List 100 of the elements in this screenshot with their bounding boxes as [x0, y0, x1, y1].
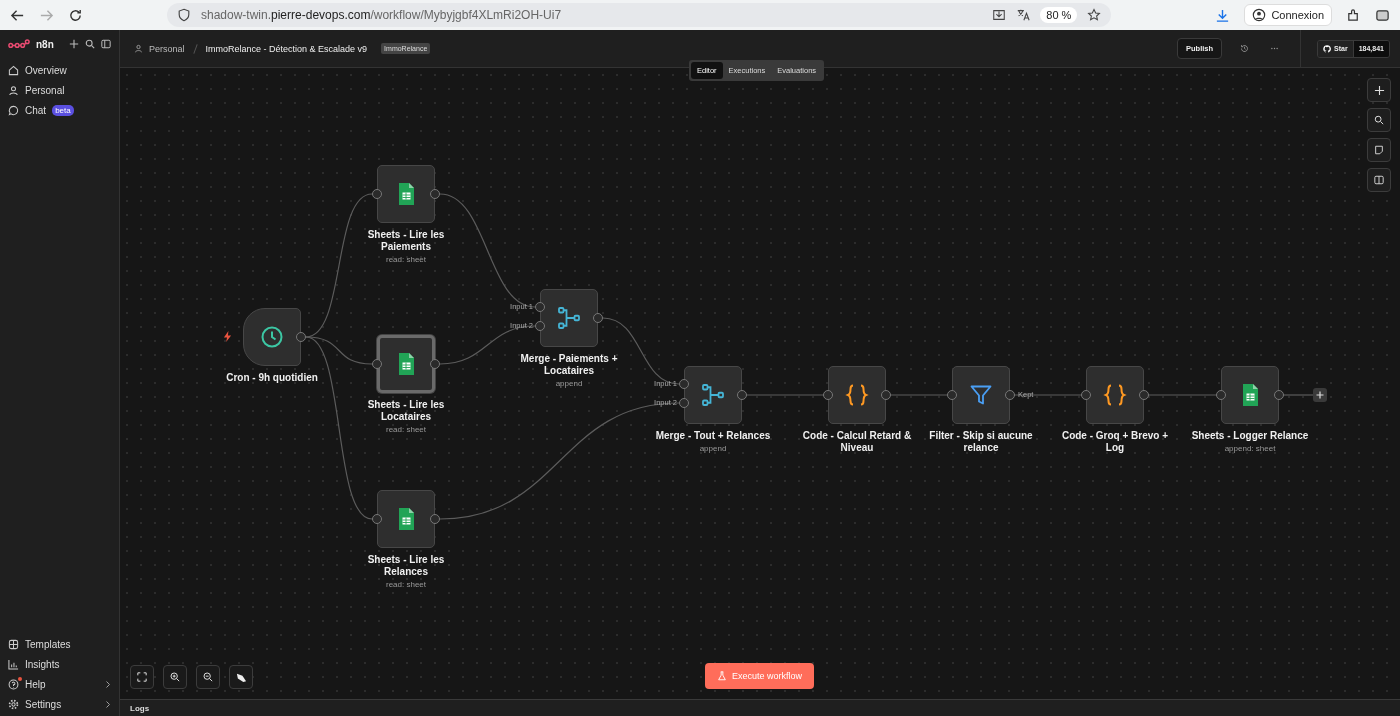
star-icon[interactable]	[1087, 8, 1102, 22]
sidebar-item-label: Chat	[25, 104, 47, 116]
code-braces-icon	[1103, 383, 1127, 407]
input-port[interactable]	[372, 359, 382, 369]
connection-line	[1283, 394, 1314, 396]
output-port[interactable]	[1005, 390, 1015, 400]
sidebar-item[interactable]: Overview	[0, 60, 119, 80]
fit-view-icon	[137, 672, 147, 682]
node-title: Merge - Tout + Relances	[655, 430, 771, 442]
input-port[interactable]	[1216, 390, 1226, 400]
logs-panel-title[interactable]: Logs	[130, 703, 150, 713]
node-subtitle: append	[555, 379, 583, 388]
input-port[interactable]	[1081, 390, 1091, 400]
output-port[interactable]	[430, 359, 440, 369]
filter-icon	[969, 383, 993, 407]
output-port[interactable]	[430, 514, 440, 524]
lightning-icon	[223, 331, 232, 342]
sidebar-item[interactable]: Chat beta	[0, 100, 119, 120]
workflow-node[interactable]	[1221, 366, 1279, 424]
address-bar[interactable]: shadow-twin.pierre-devops.com/workflow/Mybyjgbf4XLmRi2OH-Ui7 80 %	[167, 3, 1112, 27]
reload-icon[interactable]	[68, 7, 83, 23]
node-subtitle: read: sheet	[386, 255, 426, 264]
sidebar-item-label: Templates	[25, 638, 71, 650]
workflow-name[interactable]: ImmoRelance - Détection & Escalade v9	[205, 43, 368, 54]
zoom-level[interactable]: 80 %	[1040, 7, 1078, 23]
merge-icon	[557, 306, 581, 330]
fit-view-button[interactable]	[130, 665, 154, 689]
panel-icon[interactable]	[101, 39, 111, 49]
search-button[interactable]	[1367, 108, 1391, 132]
sidebar-item[interactable]: Settings	[0, 694, 119, 714]
workflow-node[interactable]	[684, 366, 742, 424]
workflow-node[interactable]	[952, 366, 1010, 424]
code-braces-icon	[845, 383, 869, 407]
home-icon	[8, 64, 19, 76]
sidebar-item[interactable]: Insights	[0, 654, 119, 674]
workflow-node[interactable]	[828, 366, 886, 424]
user-icon	[8, 84, 19, 96]
workflow-node[interactable]	[377, 165, 435, 223]
plus-icon	[1373, 84, 1385, 96]
node-subtitle: read: sheet	[386, 425, 426, 434]
profile-button[interactable]: Connexion	[1244, 4, 1332, 26]
search-icon[interactable]	[85, 39, 95, 49]
workflow-node[interactable]	[243, 308, 301, 366]
extensions-icon[interactable]	[1346, 7, 1361, 23]
output-port[interactable]	[593, 313, 603, 323]
node-title: Merge - Paiements + Locataires	[519, 353, 619, 377]
sidebar-item-label: Insights	[25, 658, 60, 670]
plus-icon	[1316, 391, 1324, 399]
workflow-node[interactable]	[1086, 366, 1144, 424]
input-port[interactable]	[947, 390, 957, 400]
output-port[interactable]	[296, 332, 306, 342]
input-port[interactable]	[372, 189, 382, 199]
connection-line	[1148, 394, 1217, 396]
sidebar-item[interactable]: Help	[0, 674, 119, 694]
zoom-out-button[interactable]	[196, 665, 220, 689]
input-port[interactable]	[372, 514, 382, 524]
templates-icon	[8, 638, 19, 650]
sidebar-item-label: Settings	[25, 698, 62, 710]
input-port[interactable]	[823, 390, 833, 400]
add-node-button[interactable]	[1313, 388, 1327, 402]
sidebar-item[interactable]: Templates	[0, 634, 119, 654]
panel-toggle-button[interactable]	[1367, 168, 1391, 192]
shield-icon	[177, 8, 191, 22]
add-node-button[interactable]	[1367, 78, 1391, 102]
sticky-note-button[interactable]	[1367, 138, 1391, 162]
merge-icon	[701, 383, 725, 407]
node-subtitle: append	[699, 444, 727, 453]
plus-icon[interactable]	[69, 39, 79, 49]
zoom-in-icon	[170, 672, 180, 682]
breadcrumb-link[interactable]: Personal	[149, 43, 185, 54]
node-subtitle: append: sheet	[1224, 444, 1276, 453]
zoom-in-button[interactable]	[163, 665, 187, 689]
beta-badge: beta	[52, 104, 74, 116]
node-title: Sheets - Lire les Paiements	[366, 229, 446, 253]
node-title: Sheets - Lire les Relances	[366, 554, 446, 578]
output-port[interactable]	[1139, 390, 1149, 400]
output-port[interactable]	[881, 390, 891, 400]
sidebar-item-label: Personal	[25, 84, 65, 96]
tidy-up-button[interactable]	[229, 665, 253, 689]
url-text: shadow-twin.pierre-devops.com/workflow/Mybyjgbf4XLmRi2OH-Ui7	[201, 8, 562, 22]
node-title: Code - Calcul Retard & Niveau	[801, 430, 913, 454]
workflow-node[interactable]	[540, 289, 598, 347]
connection-line	[890, 394, 948, 396]
workflow-node[interactable]	[377, 490, 435, 548]
install-icon[interactable]	[992, 8, 1007, 22]
zoom-out-icon	[203, 672, 213, 682]
sidebar-item[interactable]: Personal	[0, 80, 119, 100]
output-port[interactable]	[430, 189, 440, 199]
logo-text: n8n	[36, 38, 54, 50]
settings-icon	[8, 698, 19, 710]
github-icon	[1323, 44, 1332, 53]
history-icon[interactable]	[1240, 44, 1250, 53]
output-port[interactable]	[1274, 390, 1284, 400]
workflow-node[interactable]	[377, 335, 435, 393]
output-port[interactable]	[737, 390, 747, 400]
translate-icon[interactable]	[1016, 8, 1031, 22]
flask-icon	[717, 671, 727, 681]
sidebar-toggle-icon[interactable]	[1375, 7, 1390, 23]
account-icon	[1252, 8, 1267, 22]
download-icon[interactable]	[1215, 7, 1231, 23]
